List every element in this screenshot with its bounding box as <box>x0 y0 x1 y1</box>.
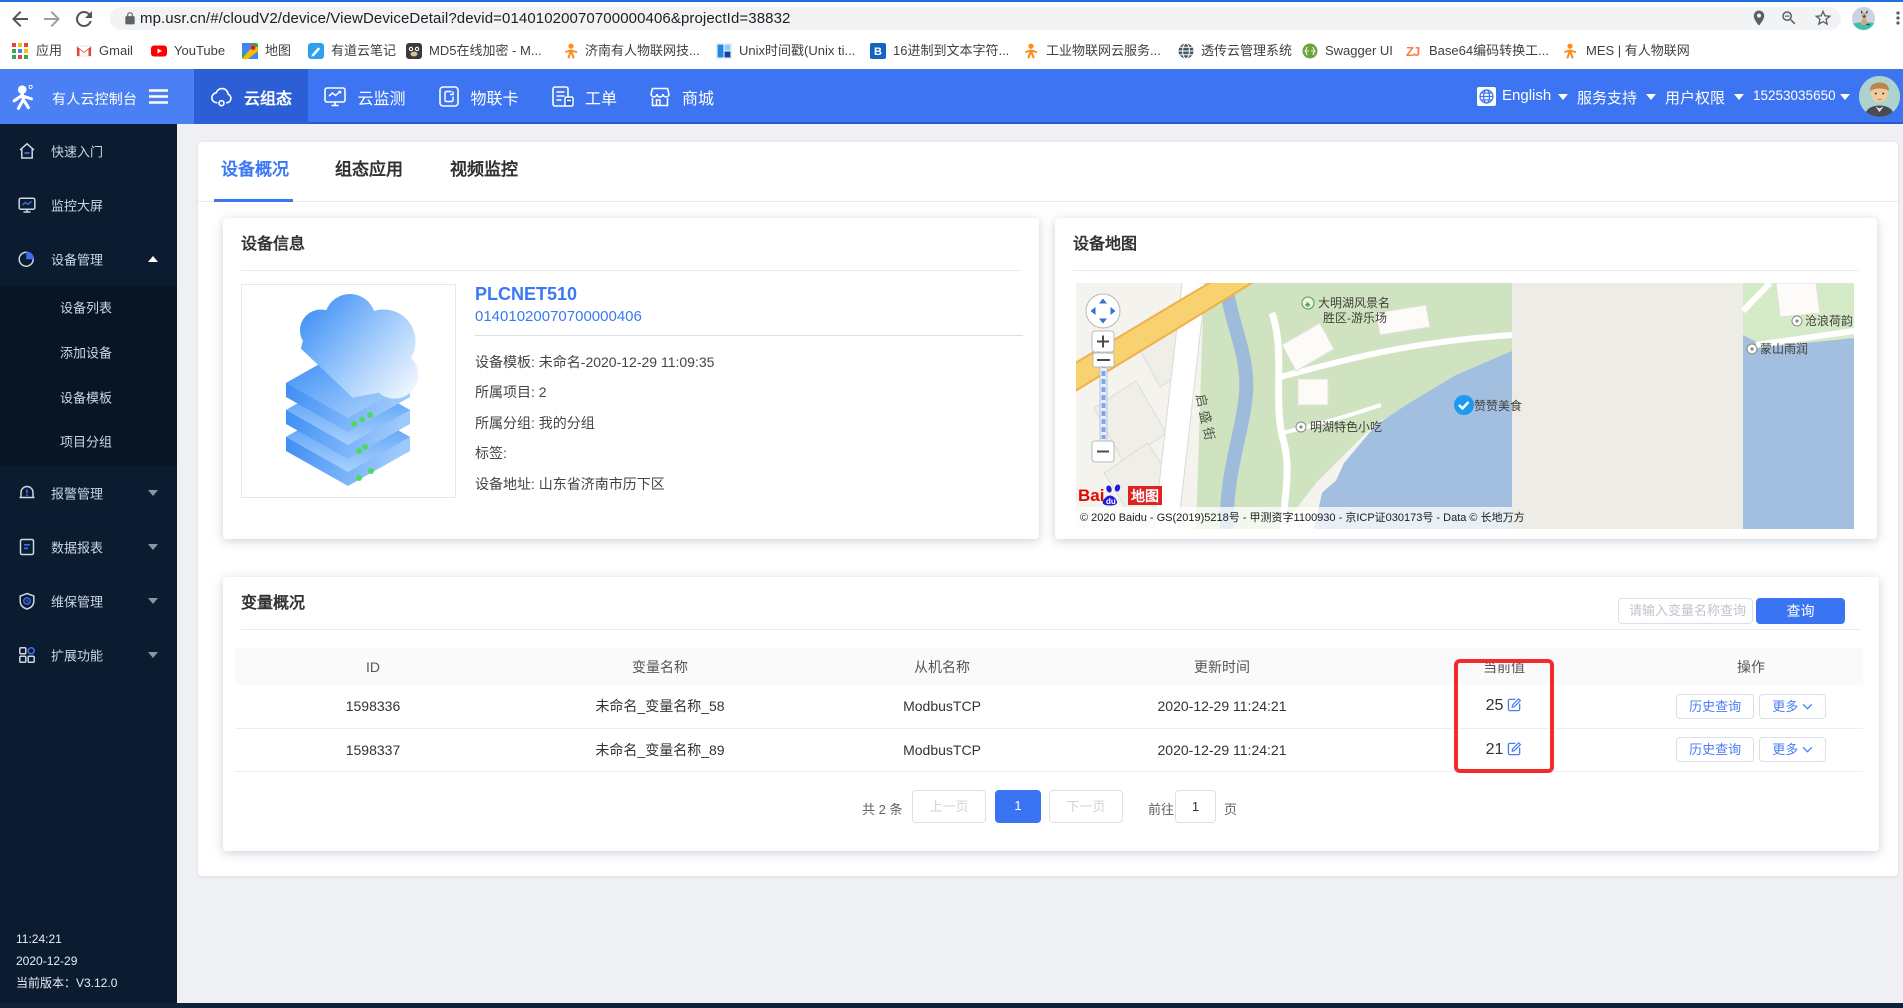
svg-text:J: J <box>1413 44 1420 59</box>
svg-text:地图: 地图 <box>1131 488 1159 504</box>
svg-text:Bai: Bai <box>1078 486 1104 505</box>
svg-text:♣: ♣ <box>1305 300 1311 309</box>
svg-text:赞赞美食: 赞赞美食 <box>1474 398 1522 413</box>
svg-text:胜区-游乐场: 胜区-游乐场 <box>1323 310 1387 325</box>
svg-text:沧浪荷韵: 沧浪荷韵 <box>1805 313 1853 328</box>
svg-text:du: du <box>1106 497 1116 506</box>
svg-text:蒙山雨润: 蒙山雨润 <box>1760 342 1808 356</box>
svg-text:大明湖风景名: 大明湖风景名 <box>1318 295 1390 310</box>
svg-text:© 2020 Baidu - GS(2019)5218号 -: © 2020 Baidu - GS(2019)5218号 - 甲测资字11009… <box>1080 510 1525 524</box>
svg-text:B: B <box>874 46 882 58</box>
svg-text:明湖特色小吃: 明湖特色小吃 <box>1310 419 1382 434</box>
